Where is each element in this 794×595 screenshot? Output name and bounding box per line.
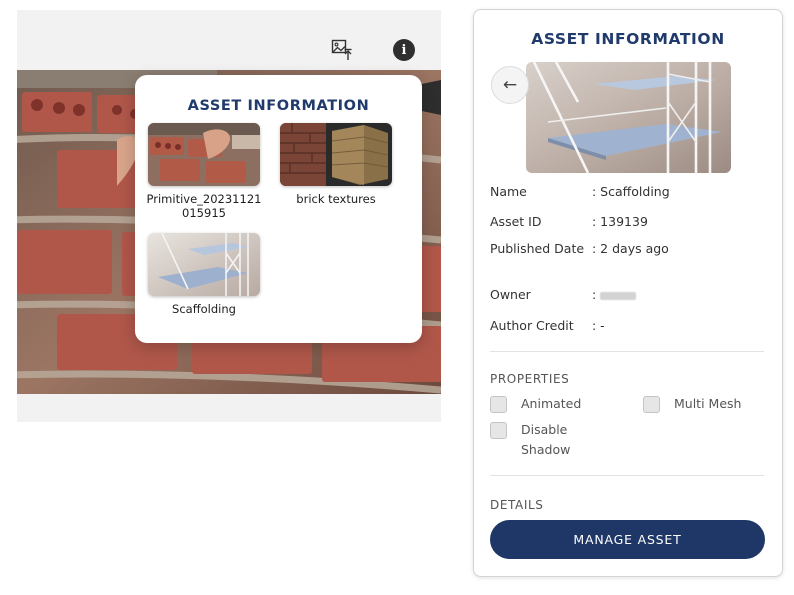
details-heading: DETAILS (490, 498, 544, 512)
checkbox-disable-shadow[interactable]: Disable Shadow (490, 422, 600, 460)
asset-card-primitive[interactable]: Primitive_20231121015915 (145, 123, 263, 220)
asset-info-popup: ASSET INFORMATION Primitive_202311210159… (135, 75, 422, 343)
checkbox-box[interactable] (490, 396, 507, 413)
field-label: Owner (490, 287, 531, 302)
asset-card-label: Primitive_20231121015915 (146, 192, 262, 220)
field-label: Published Date (490, 241, 585, 256)
asset-card-label: brick textures (296, 192, 376, 206)
asset-thumbnail (280, 123, 392, 186)
field-label: Name (490, 184, 527, 199)
asset-card-scaffolding[interactable]: Scaffolding (145, 233, 263, 316)
back-arrow-icon[interactable]: ← (491, 66, 529, 104)
field-label: Asset ID (490, 214, 542, 229)
field-label: Author Credit (490, 318, 574, 333)
redacted-owner (600, 291, 637, 300)
info-icon[interactable]: i (393, 39, 415, 61)
properties-heading: PROPERTIES (490, 372, 570, 386)
divider (490, 351, 764, 352)
field-value: : 2 days ago (592, 241, 669, 256)
asset-thumbnail (148, 233, 260, 296)
viewer-toolbar: i (17, 10, 441, 70)
field-value: : (592, 287, 637, 302)
checkbox-label: Animated (521, 396, 582, 411)
checkbox-multi-mesh[interactable]: Multi Mesh (643, 396, 741, 414)
asset-preview-image[interactable] (526, 62, 731, 173)
checkbox-label: Disable Shadow (521, 422, 571, 457)
asset-card-label: Scaffolding (172, 302, 236, 316)
checkbox-animated[interactable]: Animated (490, 396, 581, 414)
image-upload-icon[interactable] (330, 38, 354, 62)
checkbox-label: Multi Mesh (674, 396, 742, 411)
popup-title: ASSET INFORMATION (187, 98, 370, 114)
field-value: : 139139 (592, 214, 648, 229)
panel-title: ASSET INFORMATION (531, 30, 725, 48)
asset-thumbnail (148, 123, 260, 186)
owner-prefix: : (592, 287, 597, 302)
viewer-area: i ASSET INFORMATION Primitive_2023112101… (17, 10, 441, 422)
divider (490, 475, 764, 476)
asset-card-brick-textures[interactable]: brick textures (277, 123, 395, 206)
field-value: : Scaffolding (592, 184, 670, 199)
asset-info-panel: ASSET INFORMATION ← Name: Scaffolding A… (473, 9, 783, 577)
field-value: : - (592, 318, 605, 333)
manage-asset-button[interactable]: MANAGE ASSET (490, 520, 765, 559)
checkbox-box[interactable] (643, 396, 660, 413)
checkbox-box[interactable] (490, 422, 507, 439)
